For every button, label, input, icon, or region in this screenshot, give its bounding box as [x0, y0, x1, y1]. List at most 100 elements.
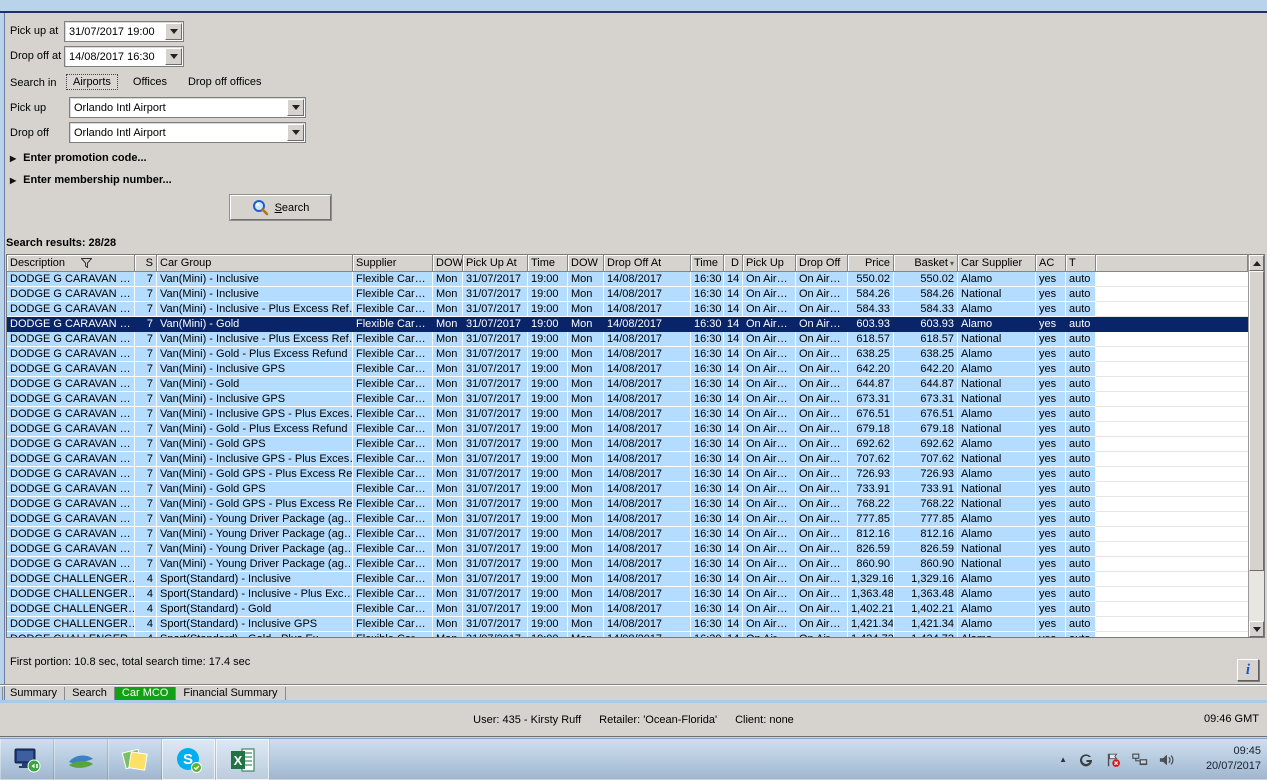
table-row[interactable]: DODGE G CARAVAN … 7 Van(Mini) - Inclusive …: [7, 332, 1248, 347]
cell-car_supplier: Alamo: [958, 512, 1036, 527]
column-header-time_pu[interactable]: Time: [528, 255, 568, 272]
scroll-up-button[interactable]: [1249, 255, 1264, 271]
description-filter-icon[interactable]: [81, 258, 93, 268]
column-header-dow_do[interactable]: DOW: [568, 255, 604, 272]
taskbar-clock[interactable]: 09:45 20/07/2017: [1181, 744, 1261, 774]
dropoff-location-dropdown-button[interactable]: [287, 124, 304, 141]
table-row[interactable]: DODGE G CARAVAN … 7 Van(Mini) - Gold GPS Fl…: [7, 482, 1248, 497]
table-row[interactable]: DODGE G CARAVAN … 7 Van(Mini) - Young Driv…: [7, 512, 1248, 527]
cell-pick_up: On Air…: [743, 302, 796, 317]
promotion-code-expander[interactable]: ▶ Enter promotion code...: [10, 152, 147, 164]
cell-supplier: Flexible Car…: [353, 377, 433, 392]
pickup-at-dropdown-button[interactable]: [165, 23, 182, 40]
cell-car_group: Sport(Standard) - Gold - Plus Ex…: [157, 632, 353, 637]
tab-drop-off-offices[interactable]: Drop off offices: [182, 75, 268, 89]
cell-description: DODGE G CARAVAN …: [7, 317, 135, 332]
cell-d: 14: [724, 392, 743, 407]
table-row[interactable]: DODGE G CARAVAN … 7 Van(Mini) - Young Driv…: [7, 542, 1248, 557]
scroll-down-button[interactable]: [1249, 621, 1264, 637]
column-header-car_supplier[interactable]: Car Supplier: [958, 255, 1036, 272]
column-header-d[interactable]: D: [724, 255, 743, 272]
taskbar-remote-desktop-button[interactable]: [0, 739, 54, 780]
taskbar-sticky-notes-button[interactable]: [108, 739, 162, 780]
cell-supplier: Flexible Car…: [353, 512, 433, 527]
table-row[interactable]: DODGE G CARAVAN … 7 Van(Mini) - Gold - Plu…: [7, 347, 1248, 362]
cell-ac: yes: [1036, 527, 1066, 542]
cell-pick_up_at: 31/07/2017: [463, 572, 528, 587]
column-header-ac[interactable]: AC: [1036, 255, 1066, 272]
column-header-basket[interactable]: Basket ▾: [894, 255, 958, 272]
taskbar-photos-button[interactable]: [54, 739, 108, 780]
dropoff-location-combobox[interactable]: Orlando Intl Airport: [69, 122, 306, 143]
column-header-label: Car Supplier: [961, 257, 1023, 269]
table-row[interactable]: DODGE CHALLENGER… 4 Sport(Standard) - Incl…: [7, 587, 1248, 602]
svg-text:X: X: [233, 753, 242, 768]
cell-time_pu: 19:00: [528, 302, 568, 317]
table-row[interactable]: DODGE G CARAVAN … 7 Van(Mini) - Inclusive …: [7, 452, 1248, 467]
vertical-scrollbar[interactable]: [1248, 255, 1264, 637]
table-row[interactable]: DODGE G CARAVAN … 7 Van(Mini) - Young Driv…: [7, 527, 1248, 542]
table-row[interactable]: DODGE G CARAVAN … 7 Van(Mini) - Gold - Plu…: [7, 422, 1248, 437]
info-button[interactable]: i: [1237, 659, 1259, 681]
cell-drop_off_at: 14/08/2017: [604, 317, 691, 332]
cell-price: 812.16: [848, 527, 894, 542]
table-row[interactable]: DODGE G CARAVAN … 7 Van(Mini) - Inclusive …: [7, 302, 1248, 317]
taskbar-skype-button[interactable]: S: [162, 739, 216, 780]
cell-dow_pu: Mon: [433, 482, 463, 497]
column-header-price[interactable]: Price: [848, 255, 894, 272]
table-row[interactable]: DODGE G CARAVAN … 7 Van(Mini) - Gold Flexib…: [7, 317, 1248, 332]
cell-ac: yes: [1036, 362, 1066, 377]
g-app-tray-icon[interactable]: [1078, 752, 1094, 768]
search-button[interactable]: Search: [230, 195, 331, 220]
column-header-description[interactable]: Description: [7, 255, 135, 272]
table-row[interactable]: DODGE G CARAVAN … 7 Van(Mini) - Young Driv…: [7, 557, 1248, 572]
table-row[interactable]: DODGE G CARAVAN … 7 Van(Mini) - Inclusive F…: [7, 272, 1248, 287]
tab-summary[interactable]: Summary: [2, 687, 66, 700]
column-header-drop_off_at[interactable]: Drop Off At: [604, 255, 691, 272]
table-row[interactable]: DODGE G CARAVAN … 7 Van(Mini) - Gold Flexib…: [7, 377, 1248, 392]
tab-search[interactable]: Search: [65, 687, 115, 700]
dropoff-at-combobox[interactable]: 14/08/2017 16:30: [64, 46, 184, 67]
column-header-t[interactable]: T: [1066, 255, 1096, 272]
table-row[interactable]: DODGE G CARAVAN … 7 Van(Mini) - Inclusive …: [7, 362, 1248, 377]
scrollbar-thumb[interactable]: [1249, 271, 1264, 571]
table-row[interactable]: DODGE G CARAVAN … 7 Van(Mini) - Inclusive F…: [7, 287, 1248, 302]
tab-airports[interactable]: Airports: [66, 74, 118, 90]
scrollbar-track[interactable]: [1249, 571, 1264, 621]
column-header-drop_off[interactable]: Drop Off: [796, 255, 848, 272]
column-header-car_group[interactable]: Car Group: [157, 255, 353, 272]
table-row[interactable]: DODGE CHALLENGER…4Sport(Standard) - Gold…: [7, 602, 1248, 617]
cell-drop_off_at: 14/08/2017: [604, 422, 691, 437]
table-row[interactable]: DODGE G CARAVAN … 7 Van(Mini) - Gold GPS -…: [7, 467, 1248, 482]
column-header-pick_up[interactable]: Pick Up: [743, 255, 796, 272]
column-header-supplier[interactable]: Supplier: [353, 255, 433, 272]
cell-basket: 584.26: [894, 287, 958, 302]
cell-time_do: 16:30: [691, 497, 724, 512]
column-header-dow_pu[interactable]: DOW: [433, 255, 463, 272]
tab-offices[interactable]: Offices: [127, 75, 173, 89]
table-row[interactable]: DODGE G CARAVAN … 7 Van(Mini) - Gold GPS -…: [7, 497, 1248, 512]
pickup-location-dropdown-button[interactable]: [287, 99, 304, 116]
tab-financial-summary[interactable]: Financial Summary: [176, 687, 286, 700]
membership-number-expander[interactable]: ▶ Enter membership number...: [10, 174, 172, 186]
table-row[interactable]: DODGE G CARAVAN … 7 Van(Mini) - Inclusive …: [7, 392, 1248, 407]
column-header-s[interactable]: S: [135, 255, 157, 272]
table-row[interactable]: DODGE CHALLENGER… 4 Sport(Standard) - Incl…: [7, 617, 1248, 632]
table-row[interactable]: DODGE G CARAVAN … 7 Van(Mini) - Gold GPS Fl…: [7, 437, 1248, 452]
table-row[interactable]: DODGE CHALLENGER… 4 Sport(Standard) - Incl…: [7, 572, 1248, 587]
table-row[interactable]: DODGE G CARAVAN … 7 Van(Mini) - Inclusive …: [7, 407, 1248, 422]
action-center-flag-icon[interactable]: [1105, 752, 1121, 768]
column-header-pick_up_at[interactable]: Pick Up At: [463, 255, 528, 272]
column-header-time_do[interactable]: Time: [691, 255, 724, 272]
pickup-at-combobox[interactable]: 31/07/2017 19:00: [64, 21, 184, 42]
volume-tray-icon[interactable]: [1159, 752, 1175, 768]
cell-description: DODGE G CARAVAN …: [7, 362, 135, 377]
pickup-at-label: Pick up at: [10, 25, 59, 37]
dropoff-at-dropdown-button[interactable]: [165, 48, 182, 65]
tray-expand-icon[interactable]: ▲: [1059, 755, 1067, 764]
table-row[interactable]: DODGE CHALLENGER…4Sport(Standard) - Gold…: [7, 632, 1248, 637]
tab-car-mco[interactable]: Car MCO: [114, 687, 177, 700]
taskbar-excel-button[interactable]: X: [216, 739, 270, 780]
pickup-location-combobox[interactable]: Orlando Intl Airport: [69, 97, 306, 118]
network-tray-icon[interactable]: [1132, 752, 1148, 768]
